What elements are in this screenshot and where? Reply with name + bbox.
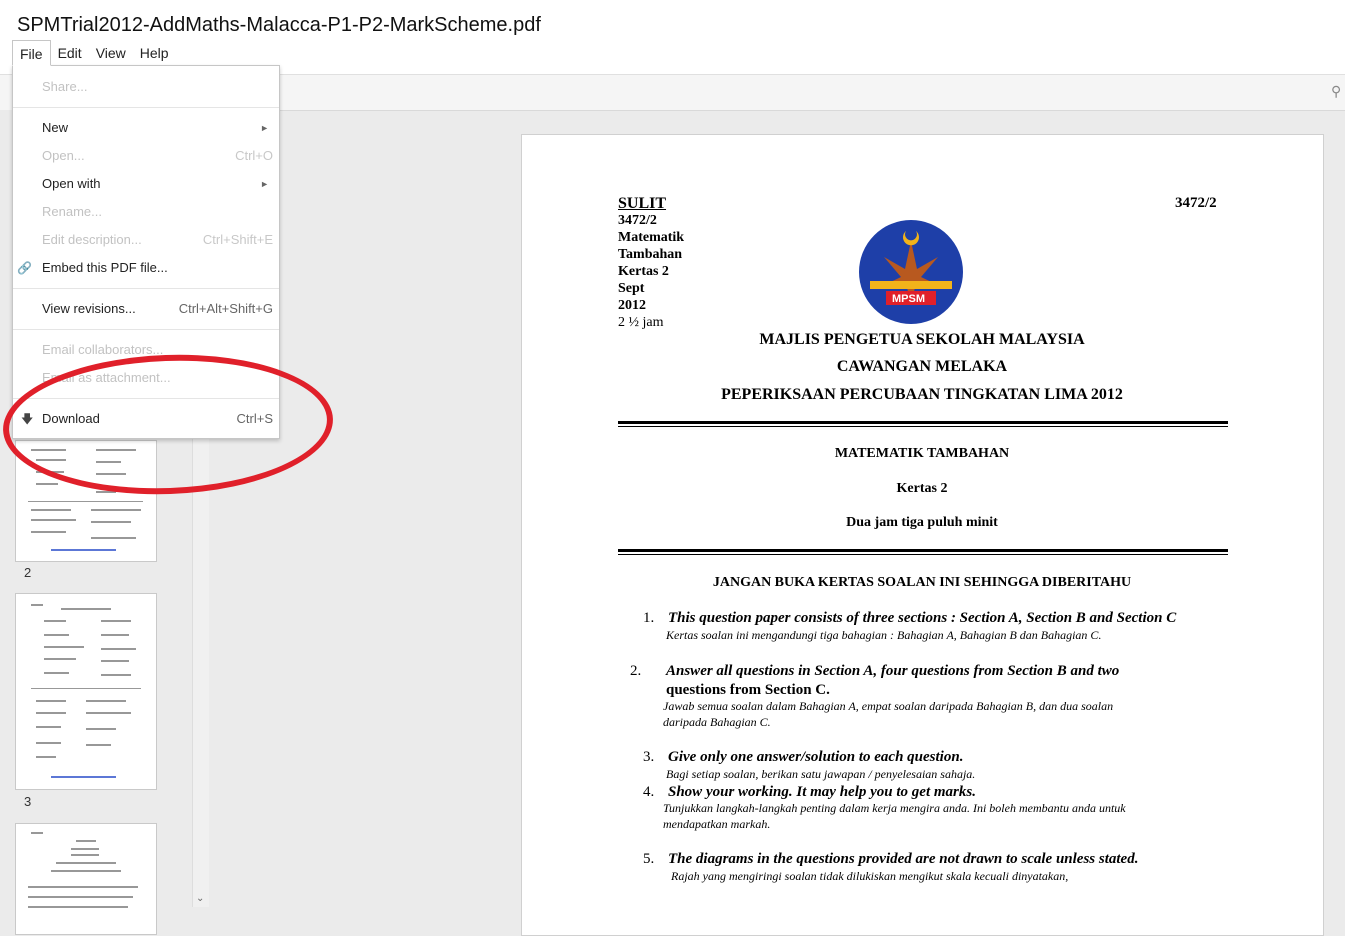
- logo-text: MPSM: [892, 293, 925, 305]
- mpsm-logo: MPSM: [858, 219, 964, 325]
- submenu-arrow-icon: ►: [260, 179, 269, 189]
- download-icon: 🡇: [21, 412, 34, 426]
- instruction-my: Tunjukkan langkah-langkah penting dalam …: [663, 801, 1126, 815]
- doc-code-right: 3472/2: [1175, 195, 1217, 211]
- page-thumbnail-2[interactable]: [15, 440, 157, 562]
- instruction-en: Show your working. It may help you to ge…: [668, 784, 976, 800]
- instruction-my: Bagi setiap soalan, berikan satu jawapan…: [666, 767, 976, 781]
- menu-item-email-collaborators[interactable]: Email collaborators...: [13, 337, 279, 363]
- doc-exam-title: PEPERIKSAAN PERCUBAAN TINGKATAN LIMA 201…: [721, 386, 1123, 403]
- menu-help[interactable]: Help: [133, 40, 176, 66]
- doc-subject-2: Tambahan: [618, 247, 683, 262]
- doc-time-title: Dua jam tiga puluh minit: [846, 515, 998, 530]
- menu-item-open-with[interactable]: Open with ►: [13, 171, 279, 197]
- doc-code-left: 3472/2: [618, 213, 657, 228]
- menu-file[interactable]: File: [12, 40, 51, 66]
- doc-year: 2012: [618, 298, 646, 313]
- divider: [618, 549, 1228, 555]
- instruction-number: 2.: [630, 663, 642, 679]
- thumbnail-label: 3: [24, 794, 32, 809]
- page-thumbnail-3[interactable]: [15, 593, 157, 790]
- instruction-number: 3.: [643, 749, 655, 765]
- divider: [618, 421, 1228, 427]
- doc-paper: Kertas 2: [618, 264, 669, 279]
- menu-edit[interactable]: Edit: [51, 40, 89, 66]
- menu-item-email-attachment[interactable]: Email as attachment...: [13, 365, 279, 391]
- menu-view[interactable]: View: [89, 40, 133, 66]
- doc-month: Sept: [618, 281, 645, 296]
- doc-paper-title: Kertas 2: [896, 481, 948, 496]
- instruction-en: Give only one answer/solution to each qu…: [668, 749, 964, 765]
- instruction-number: 4.: [643, 784, 655, 800]
- doc-subject-1: Matematik: [618, 230, 685, 245]
- menu-item-embed[interactable]: 🔗 Embed this PDF file...: [13, 255, 279, 281]
- instruction-my: Kertas soalan ini mengandungi tiga bahag…: [666, 628, 1102, 642]
- instruction-my: Jawab semua soalan dalam Bahagian A, emp…: [663, 699, 1114, 713]
- instruction-en: questions from Section C.: [666, 682, 830, 698]
- document-title: SPMTrial2012-AddMaths-Malacca-P1-P2-Mark…: [17, 14, 541, 36]
- page-thumbnail-4[interactable]: [15, 823, 157, 935]
- instruction-my: daripada Bahagian C.: [663, 715, 771, 729]
- instruction-my: Rajah yang mengiringi soalan tidak diluk…: [671, 869, 1069, 883]
- instruction-en: The diagrams in the questions provided a…: [668, 851, 1139, 867]
- submenu-arrow-icon: ►: [260, 123, 269, 133]
- instruction-number: 5.: [643, 851, 655, 867]
- thumbnail-label: 2: [24, 565, 32, 580]
- menu-item-edit-description[interactable]: Edit description... Ctrl+Shift+E: [13, 227, 279, 253]
- doc-sulit: SULIT: [618, 195, 667, 212]
- link-icon: 🔗: [17, 261, 32, 275]
- doc-warning: JANGAN BUKA KERTAS SOALAN INI SEHINGGA D…: [712, 575, 1132, 590]
- instruction-en: Answer all questions in Section A, four …: [666, 663, 1120, 679]
- menu-item-share[interactable]: Share...: [13, 74, 279, 100]
- file-menu-dropdown: Share... New ► Open... Ctrl+O Open with ► R…: [12, 65, 280, 439]
- title-bar: SPMTrial2012-AddMaths-Malacca-P1-P2-Mark…: [0, 0, 1345, 74]
- menu-item-open[interactable]: Open... Ctrl+O: [13, 143, 279, 169]
- menu-item-download[interactable]: 🡇 Download Ctrl+S: [13, 406, 279, 432]
- instruction-en: This question paper consists of three se…: [668, 610, 1177, 626]
- doc-branch: CAWANGAN MELAKA: [836, 358, 1008, 375]
- search-icon[interactable]: ⚲: [1331, 83, 1345, 103]
- pdf-page: SULIT 3472/2 3472/2 Matematik Tambahan K…: [521, 134, 1324, 936]
- doc-duration: 2 ½ jam: [618, 315, 664, 330]
- scroll-down-arrow-icon[interactable]: ⌄: [196, 893, 204, 904]
- menu-item-rename[interactable]: Rename...: [13, 199, 279, 225]
- instruction-number: 1.: [643, 610, 655, 626]
- doc-subject-title: MATEMATIK TAMBAHAN: [834, 446, 1010, 461]
- instruction-my: mendapatkan markah.: [663, 817, 771, 831]
- menu-item-new[interactable]: New ►: [13, 115, 279, 141]
- menu-item-view-revisions[interactable]: View revisions... Ctrl+Alt+Shift+G: [13, 296, 279, 322]
- doc-council: MAJLIS PENGETUA SEKOLAH MALAYSIA: [759, 331, 1085, 348]
- menu-bar: File Edit View Help: [12, 40, 176, 66]
